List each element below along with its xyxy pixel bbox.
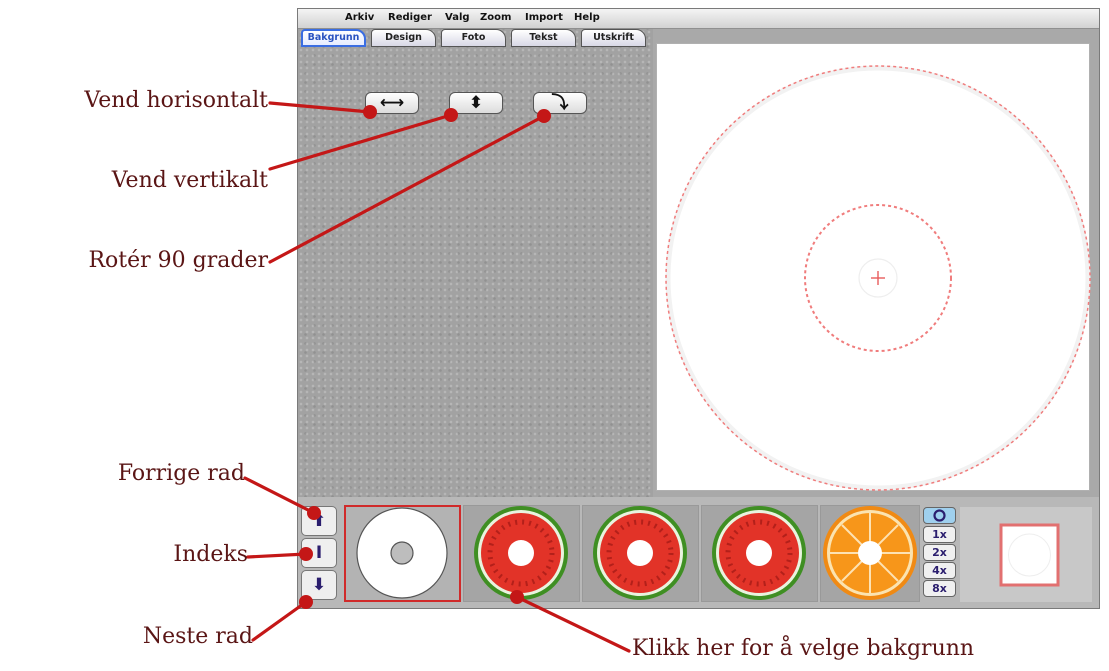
disc-guides: [665, 65, 1091, 491]
tab-design[interactable]: Design: [371, 29, 436, 47]
arrow-left-right-icon: ⟷: [379, 93, 405, 113]
zoom-2x-button[interactable]: 2x: [923, 544, 956, 561]
callout-flip-horizontal: Vend horisontalt: [84, 88, 268, 113]
tab-foto[interactable]: Foto: [441, 29, 506, 47]
menu-bar: Arkiv Rediger Valg Zoom Import Help: [298, 9, 1099, 29]
zoom-8x-button[interactable]: 8x: [923, 580, 956, 597]
callout-next-row: Neste rad: [142, 624, 253, 649]
callout-rotate: Rotér 90 grader: [88, 248, 268, 273]
next-row-button[interactable]: ⬇: [301, 570, 337, 600]
index-icon: I: [315, 543, 323, 563]
callout-prev-row: Forrige rad: [117, 461, 245, 486]
orange-slice-icon: [823, 506, 917, 600]
zoom-fit-button[interactable]: [923, 507, 956, 524]
background-picker-bar: ⬆ I ⬇ 1x 2x 4x 8x: [298, 497, 1099, 608]
thumb-watermelon-3[interactable]: [701, 505, 818, 602]
thumb-blank-disc[interactable]: [344, 505, 461, 602]
rotate-icon: ⤵: [551, 93, 569, 113]
index-button[interactable]: I: [301, 538, 337, 568]
thumb-watermelon-1[interactable]: [463, 505, 580, 602]
disc-canvas[interactable]: [656, 43, 1091, 491]
arrow-up-down-icon: ⬍: [468, 93, 484, 113]
callout-pick-background: Klikk her for å velge bakgrunn: [632, 636, 975, 661]
menu-zoom[interactable]: Zoom: [480, 12, 511, 23]
flip-horizontal-button[interactable]: ⟷: [365, 92, 419, 114]
callout-index: Indeks: [173, 542, 248, 567]
menu-import[interactable]: Import: [525, 12, 563, 23]
zoom-1x-button[interactable]: 1x: [923, 526, 956, 543]
tab-utskrift[interactable]: Utskrift: [581, 29, 646, 47]
flip-vertical-button[interactable]: ⬍: [449, 92, 503, 114]
tab-bakgrunn[interactable]: Bakgrunn: [301, 29, 366, 47]
watermelon-icon: [593, 506, 687, 600]
arrow-down-icon: ⬇: [311, 575, 327, 595]
app-window: Arkiv Rediger Valg Zoom Import Help Bakg…: [297, 8, 1100, 609]
prev-row-button[interactable]: ⬆: [301, 506, 337, 536]
menu-arkiv[interactable]: Arkiv: [345, 12, 374, 23]
blank-disc-icon: [356, 507, 448, 599]
rotate-button[interactable]: ⤵: [533, 92, 587, 114]
page-preview: [999, 523, 1060, 587]
thumb-orange[interactable]: [820, 505, 920, 602]
disc-view-icon: [933, 509, 946, 522]
menu-valg[interactable]: Valg: [445, 12, 470, 23]
zoom-4x-button[interactable]: 4x: [923, 562, 956, 579]
tab-tekst[interactable]: Tekst: [511, 29, 576, 47]
menu-rediger[interactable]: Rediger: [388, 12, 432, 23]
thumb-watermelon-2[interactable]: [582, 505, 699, 602]
callout-flip-vertical: Vend vertikalt: [111, 168, 268, 193]
watermelon-icon: [712, 506, 806, 600]
arrow-up-icon: ⬆: [311, 511, 327, 531]
preview-area: [960, 507, 1092, 602]
menu-help[interactable]: Help: [574, 12, 600, 23]
watermelon-icon: [474, 506, 568, 600]
